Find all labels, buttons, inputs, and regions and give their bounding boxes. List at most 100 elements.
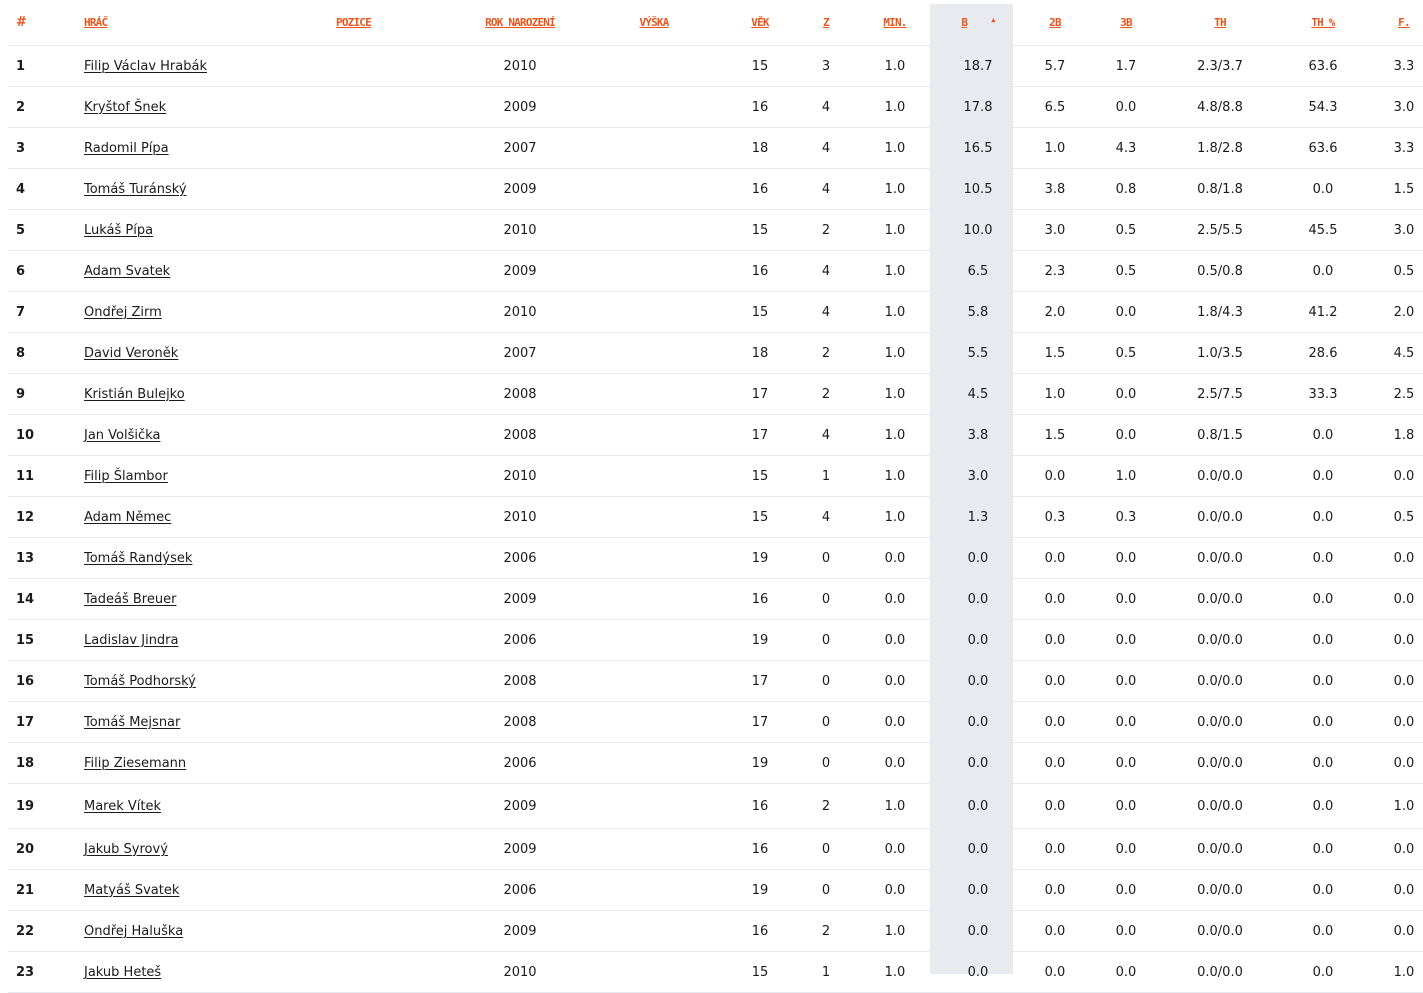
header-height[interactable]: VÝŠKA [586, 16, 722, 29]
cell-three-pt: 4.3 [1115, 140, 1137, 156]
cell-row-num: 22 [16, 923, 35, 939]
header-games[interactable]: Z [798, 16, 854, 29]
cell-birth-year: 2008 [503, 673, 537, 689]
cell-two-pt: 3.8 [1044, 181, 1066, 197]
table-row: 15 Ladislav Jindra 2006 19 0 0.0 0.0 0.0 0.0 0.0/… [8, 620, 1423, 661]
player-link[interactable]: Filip Ziesemann [84, 756, 186, 771]
player-link[interactable]: David Veroněk [84, 346, 178, 361]
cell-free-throws: 1.8/2.8 [1197, 140, 1243, 156]
cell-birth-year: 2010 [503, 222, 537, 238]
player-link[interactable]: Ladislav Jindra [84, 633, 179, 648]
cell-player-name: Filip Šlambor [84, 469, 314, 484]
cell-games: 0 [821, 714, 831, 730]
player-link[interactable]: Matyáš Svatek [84, 883, 179, 898]
cell-free-throws: 1.8/4.3 [1197, 304, 1243, 320]
cell-two-pt: 0.0 [1044, 468, 1066, 484]
player-link[interactable]: Tomáš Podhorský [84, 674, 196, 689]
player-link[interactable]: Tomáš Randýsek [84, 551, 192, 566]
header-age[interactable]: VĚK [722, 16, 798, 29]
cell-age: 19 [751, 632, 769, 648]
cell-row-num: 15 [16, 632, 35, 648]
table-row: 18 Filip Ziesemann 2006 19 0 0.0 0.0 0.0 0.0 0.0/… [8, 743, 1423, 784]
cell-row-num: 4 [16, 181, 26, 197]
cell-minutes: 1.0 [884, 181, 906, 197]
table-row: 11 Filip Šlambor 2010 15 1 1.0 3.0 0.0 1.0 0.0/0.… [8, 456, 1423, 497]
player-link[interactable]: Ondřej Zirm [84, 305, 162, 320]
cell-birth-year: 2009 [503, 591, 537, 607]
player-link[interactable]: Tomáš Turánský [84, 182, 187, 197]
cell-birth-year: 2006 [503, 755, 537, 771]
header-free-throws[interactable]: TH [1162, 16, 1278, 29]
cell-free-throw-pct: 0.0 [1312, 181, 1334, 197]
cell-points: 3.8 [967, 427, 989, 443]
player-link[interactable]: Lukáš Pípa [84, 223, 153, 238]
cell-free-throws: 0.0/0.0 [1197, 714, 1243, 730]
player-link[interactable]: Filip Václav Hrabák [84, 59, 207, 74]
cell-games: 4 [821, 263, 831, 279]
cell-fouls: 0.0 [1393, 841, 1415, 857]
cell-games: 4 [821, 99, 831, 115]
player-link[interactable]: Jakub Heteš [84, 965, 161, 980]
player-link[interactable]: Ondřej Haluška [84, 924, 183, 939]
cell-age: 15 [751, 509, 769, 525]
player-link[interactable]: Filip Šlambor [84, 469, 168, 484]
cell-age: 16 [751, 99, 769, 115]
header-free-throw-pct[interactable]: TH % [1278, 16, 1368, 29]
player-link[interactable]: Marek Vítek [84, 799, 161, 814]
player-link[interactable]: Adam Němec [84, 510, 171, 525]
player-link[interactable]: Adam Svatek [84, 264, 170, 279]
cell-row-num: 7 [16, 304, 26, 320]
cell-free-throw-pct: 0.0 [1312, 714, 1334, 730]
table-row: 6 Adam Svatek 2009 16 4 1.0 6.5 2.3 0.5 0.5/0.8 0.… [8, 251, 1423, 292]
cell-free-throws: 2.3/3.7 [1197, 58, 1243, 74]
header-birth-year[interactable]: ROK NAROZENÍ [454, 16, 586, 29]
cell-points: 0.0 [967, 964, 989, 980]
player-link[interactable]: Kryštof Šnek [84, 100, 166, 115]
header-three-pt[interactable]: 3B [1090, 16, 1162, 29]
table-row: 23 Jakub Heteš 2010 15 1 1.0 0.0 0.0 0.0 0.0/0.0 0… [8, 952, 1423, 993]
cell-free-throw-pct: 0.0 [1312, 591, 1334, 607]
table-row: 12 Adam Němec 2010 15 4 1.0 1.3 0.3 0.3 0.0/0.0 0.… [8, 497, 1423, 538]
player-link[interactable]: Tomáš Mejsnar [84, 715, 180, 730]
cell-free-throws: 0.0/0.0 [1197, 468, 1243, 484]
header-player[interactable]: HRÁČ [84, 16, 314, 29]
table-row: 7 Ondřej Zirm 2010 15 4 1.0 5.8 2.0 0.0 1.8/4.3 41… [8, 292, 1423, 333]
player-link[interactable]: Jan Volšička [84, 428, 160, 443]
cell-age: 17 [751, 427, 769, 443]
cell-player-name: Tomáš Turánský [84, 182, 314, 197]
player-link[interactable]: Kristián Bulejko [84, 387, 185, 402]
header-points[interactable]: B ▲ [936, 16, 1020, 29]
cell-free-throw-pct: 54.3 [1308, 99, 1338, 115]
cell-age: 15 [751, 468, 769, 484]
cell-free-throws: 4.8/8.8 [1197, 99, 1243, 115]
cell-row-num: 11 [16, 468, 35, 484]
cell-three-pt: 0.0 [1115, 99, 1137, 115]
cell-birth-year: 2006 [503, 632, 537, 648]
cell-free-throws: 0.5/0.8 [1197, 263, 1243, 279]
cell-minutes: 1.0 [884, 427, 906, 443]
cell-three-pt: 0.0 [1115, 673, 1137, 689]
header-minutes[interactable]: MIN. [854, 16, 936, 29]
cell-two-pt: 6.5 [1044, 99, 1066, 115]
cell-games: 4 [821, 304, 831, 320]
player-link[interactable]: Jakub Syrový [84, 842, 168, 857]
table-row: 8 David Veroněk 2007 18 2 1.0 5.5 1.5 0.5 1.0/3.5… [8, 333, 1423, 374]
player-link[interactable]: Radomil Pípa [84, 141, 169, 156]
cell-minutes: 0.0 [884, 673, 906, 689]
cell-two-pt: 1.0 [1044, 140, 1066, 156]
player-link[interactable]: Tadeáš Breuer [84, 592, 176, 607]
header-two-pt[interactable]: 2B [1020, 16, 1090, 29]
cell-free-throw-pct: 0.0 [1312, 755, 1334, 771]
header-fouls[interactable]: F. [1368, 16, 1423, 29]
cell-three-pt: 0.5 [1115, 345, 1137, 361]
cell-games: 0 [821, 673, 831, 689]
cell-free-throws: 0.0/0.0 [1197, 798, 1243, 814]
cell-games: 0 [821, 550, 831, 566]
cell-birth-year: 2009 [503, 181, 537, 197]
cell-points: 0.0 [967, 673, 989, 689]
header-position[interactable]: POZICE [314, 16, 454, 29]
cell-two-pt: 0.0 [1044, 755, 1066, 771]
table-row: 10 Jan Volšička 2008 17 4 1.0 3.8 1.5 0.0 0.8/1.5… [8, 415, 1423, 456]
header-num: # [16, 15, 27, 30]
cell-birth-year: 2008 [503, 386, 537, 402]
